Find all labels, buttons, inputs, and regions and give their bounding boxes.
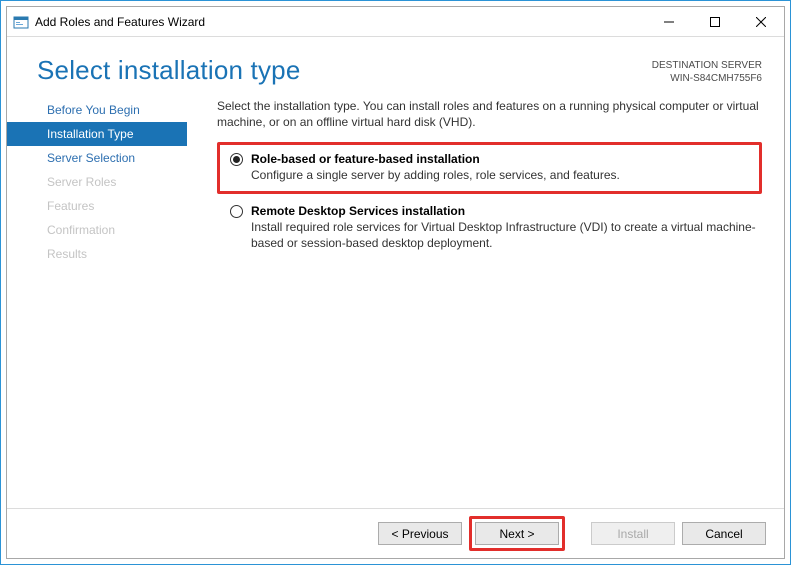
- titlebar: Add Roles and Features Wizard: [7, 7, 784, 37]
- option-desc: Configure a single server by adding role…: [251, 167, 749, 183]
- option-remote-desktop[interactable]: Remote Desktop Services installation Ins…: [217, 204, 762, 251]
- install-button: Install: [591, 522, 675, 545]
- window-controls: [646, 7, 784, 37]
- page-header: Select installation type DESTINATION SER…: [7, 37, 784, 92]
- page-title: Select installation type: [37, 55, 652, 86]
- wizard-footer: < Previous Next > Install Cancel: [7, 508, 784, 558]
- minimize-button[interactable]: [646, 7, 692, 37]
- next-button-highlight: Next >: [469, 516, 565, 551]
- radio-remote-desktop[interactable]: [230, 205, 243, 218]
- wizard-content: Select the installation type. You can in…: [187, 92, 784, 508]
- destination-server: DESTINATION SERVER WIN-S84CMH755F6: [652, 55, 762, 85]
- option-role-based[interactable]: Role-based or feature-based installation…: [230, 152, 749, 183]
- intro-text: Select the installation type. You can in…: [217, 98, 762, 130]
- window-title: Add Roles and Features Wizard: [35, 15, 646, 29]
- step-results: Results: [7, 242, 187, 266]
- wizard-window-outer: Add Roles and Features Wizard Select ins…: [0, 0, 791, 565]
- step-installation-type[interactable]: Installation Type: [7, 122, 187, 146]
- previous-button[interactable]: < Previous: [378, 522, 462, 545]
- option-title: Role-based or feature-based installation: [251, 152, 749, 166]
- step-before-you-begin[interactable]: Before You Begin: [7, 98, 187, 122]
- wizard-body: Before You Begin Installation Type Serve…: [7, 92, 784, 508]
- option-role-based-highlight: Role-based or feature-based installation…: [217, 142, 762, 193]
- next-button[interactable]: Next >: [475, 522, 559, 545]
- option-body: Role-based or feature-based installation…: [251, 152, 749, 183]
- maximize-button[interactable]: [692, 7, 738, 37]
- option-title: Remote Desktop Services installation: [251, 204, 762, 218]
- cancel-button[interactable]: Cancel: [682, 522, 766, 545]
- step-server-roles: Server Roles: [7, 170, 187, 194]
- step-server-selection[interactable]: Server Selection: [7, 146, 187, 170]
- step-features: Features: [7, 194, 187, 218]
- option-desc: Install required role services for Virtu…: [251, 219, 762, 251]
- option-body: Remote Desktop Services installation Ins…: [251, 204, 762, 251]
- wizard-steps-sidebar: Before You Begin Installation Type Serve…: [7, 92, 187, 508]
- destination-label: DESTINATION SERVER: [652, 59, 762, 72]
- radio-role-based[interactable]: [230, 153, 243, 166]
- step-confirmation: Confirmation: [7, 218, 187, 242]
- wizard-window: Add Roles and Features Wizard Select ins…: [6, 6, 785, 559]
- destination-value: WIN-S84CMH755F6: [652, 72, 762, 85]
- close-button[interactable]: [738, 7, 784, 37]
- app-icon: [13, 14, 29, 30]
